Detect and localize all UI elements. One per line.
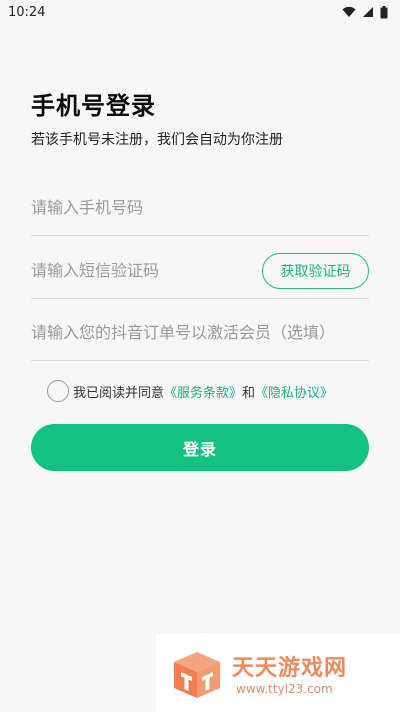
agreement-checkbox[interactable] <box>47 380 69 402</box>
status-bar: 10:24 <box>0 0 400 24</box>
agreement-row: 我已阅读并同意 《服务条款》 和 《隐私协议》 <box>47 380 333 402</box>
wifi-icon <box>342 6 356 17</box>
page-title: 手机号登录 <box>31 92 156 120</box>
login-button[interactable]: 登录 <box>31 424 369 471</box>
watermark-url: www.ttyl23.com <box>236 682 333 696</box>
get-code-button[interactable]: 获取验证码 <box>262 253 369 289</box>
agreement-conjunction: 和 <box>242 385 256 401</box>
watermark: 天天游戏网 www.ttyl23.com <box>156 634 400 712</box>
sms-code-input[interactable] <box>31 243 251 298</box>
order-number-input[interactable] <box>31 305 369 360</box>
order-field <box>31 305 369 361</box>
privacy-link[interactable]: 《隐私协议》 <box>255 382 333 401</box>
code-field: 获取验证码 <box>31 243 369 299</box>
page-subtitle: 若该手机号未注册，我们会自动为你注册 <box>31 132 283 148</box>
battery-icon <box>380 5 388 18</box>
watermark-logo-icon <box>174 652 220 698</box>
agreement-prefix: 我已阅读并同意 <box>73 385 165 401</box>
watermark-name: 天天游戏网 <box>232 656 348 681</box>
phone-field <box>31 180 369 236</box>
signal-icon <box>363 7 373 17</box>
terms-link[interactable]: 《服务条款》 <box>164 382 242 401</box>
status-time: 10:24 <box>8 4 46 20</box>
phone-input[interactable] <box>31 180 369 235</box>
status-icons <box>342 5 388 19</box>
